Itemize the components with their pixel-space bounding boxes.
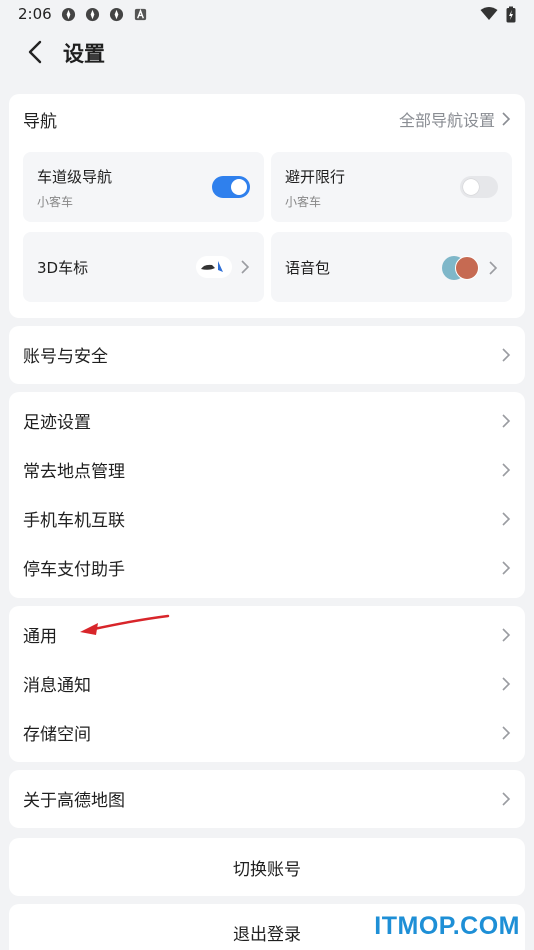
about-card: 关于高德地图 bbox=[9, 770, 525, 828]
list-item-label: 足迹设置 bbox=[23, 413, 91, 433]
app-notification-icon bbox=[85, 7, 99, 21]
chevron-right-icon bbox=[502, 725, 511, 740]
header: 设置 bbox=[0, 28, 534, 76]
chevron-right-icon bbox=[502, 627, 511, 642]
list-item-footprint[interactable]: 足迹设置 bbox=[9, 396, 525, 445]
list-item-label: 停车支付助手 bbox=[23, 560, 125, 580]
chevron-right-icon bbox=[502, 511, 511, 526]
list-item-label: 消息通知 bbox=[23, 676, 91, 696]
avoid-restriction-title: 避开限行 bbox=[285, 168, 346, 186]
avoid-restriction-subtitle: 小客车 bbox=[285, 195, 322, 209]
avoid-restriction-toggle[interactable] bbox=[460, 176, 498, 198]
list-item-label: 存储空间 bbox=[23, 725, 91, 745]
account-security-label: 账号与安全 bbox=[23, 347, 108, 367]
list-item-label: 常去地点管理 bbox=[23, 462, 125, 482]
car-3d-icon-title: 3D车标 bbox=[37, 259, 89, 277]
voice-pack-title: 语音包 bbox=[285, 259, 331, 277]
all-navigation-settings-label: 全部导航设置 bbox=[398, 111, 495, 130]
a-box-icon bbox=[134, 8, 146, 20]
chevron-right-icon bbox=[241, 260, 250, 274]
status-time: 2:06 bbox=[18, 5, 52, 23]
list-item-parking-payment[interactable]: 停车支付助手 bbox=[9, 543, 525, 592]
navigation-card: 导航 全部导航设置 车道级导航 小客车 避开限行 小客车 3D车标 语音包 bbox=[9, 94, 525, 318]
list-item-frequent-places[interactable]: 常去地点管理 bbox=[9, 445, 525, 494]
voice-pack-tile[interactable]: 语音包 bbox=[271, 232, 512, 302]
list-item-notifications[interactable]: 消息通知 bbox=[9, 659, 525, 708]
avoid-restriction-tile[interactable]: 避开限行 小客车 bbox=[271, 152, 512, 222]
back-button[interactable] bbox=[20, 36, 50, 68]
app-notification-icon bbox=[61, 7, 75, 21]
car-model-icon bbox=[201, 261, 223, 272]
all-navigation-settings-link[interactable]: 全部导航设置 bbox=[399, 107, 511, 131]
navigation-section-label: 导航 bbox=[23, 112, 57, 132]
chevron-right-icon bbox=[502, 791, 511, 806]
watermark: ITMOP.COM bbox=[374, 912, 520, 940]
battery-charging-icon bbox=[506, 6, 516, 22]
switch-account-button[interactable]: 切换账号 bbox=[9, 838, 525, 896]
chevron-right-icon bbox=[502, 112, 511, 126]
chevron-right-icon bbox=[502, 413, 511, 428]
app-notification-icon bbox=[109, 7, 123, 21]
list-item-phone-car-link[interactable]: 手机车机互联 bbox=[9, 494, 525, 543]
account-card: 账号与安全 bbox=[9, 326, 525, 384]
chevron-right-icon bbox=[502, 676, 511, 691]
status-bar: 2:06 bbox=[0, 0, 534, 28]
wifi-icon bbox=[480, 7, 498, 20]
lane-navigation-title: 车道级导航 bbox=[37, 168, 113, 186]
lane-navigation-subtitle: 小客车 bbox=[37, 195, 74, 209]
car-model-thumbnail bbox=[196, 256, 232, 278]
features-card: 足迹设置 常去地点管理 手机车机互联 停车支付助手 bbox=[9, 392, 525, 598]
toggle-knob bbox=[231, 179, 247, 195]
annotation-arrow-icon bbox=[80, 614, 170, 635]
toggle-knob bbox=[463, 179, 479, 195]
chevron-right-icon bbox=[502, 560, 511, 575]
about-item[interactable]: 关于高德地图 bbox=[9, 774, 525, 823]
back-arrow-icon bbox=[28, 40, 42, 64]
lane-navigation-toggle[interactable] bbox=[212, 176, 250, 198]
chevron-right-icon bbox=[502, 462, 511, 477]
lane-navigation-tile[interactable]: 车道级导航 小客车 bbox=[23, 152, 264, 222]
voice-pack-avatars bbox=[442, 256, 480, 280]
account-security-item[interactable]: 账号与安全 bbox=[9, 330, 525, 379]
chevron-right-icon bbox=[489, 261, 498, 275]
about-label: 关于高德地图 bbox=[23, 791, 125, 811]
list-item-label: 手机车机互联 bbox=[23, 511, 125, 531]
chevron-right-icon bbox=[502, 347, 511, 362]
car-3d-icon-tile[interactable]: 3D车标 bbox=[23, 232, 264, 302]
avatar bbox=[455, 256, 479, 280]
list-item-storage[interactable]: 存储空间 bbox=[9, 708, 525, 757]
page-title: 设置 bbox=[63, 42, 105, 66]
